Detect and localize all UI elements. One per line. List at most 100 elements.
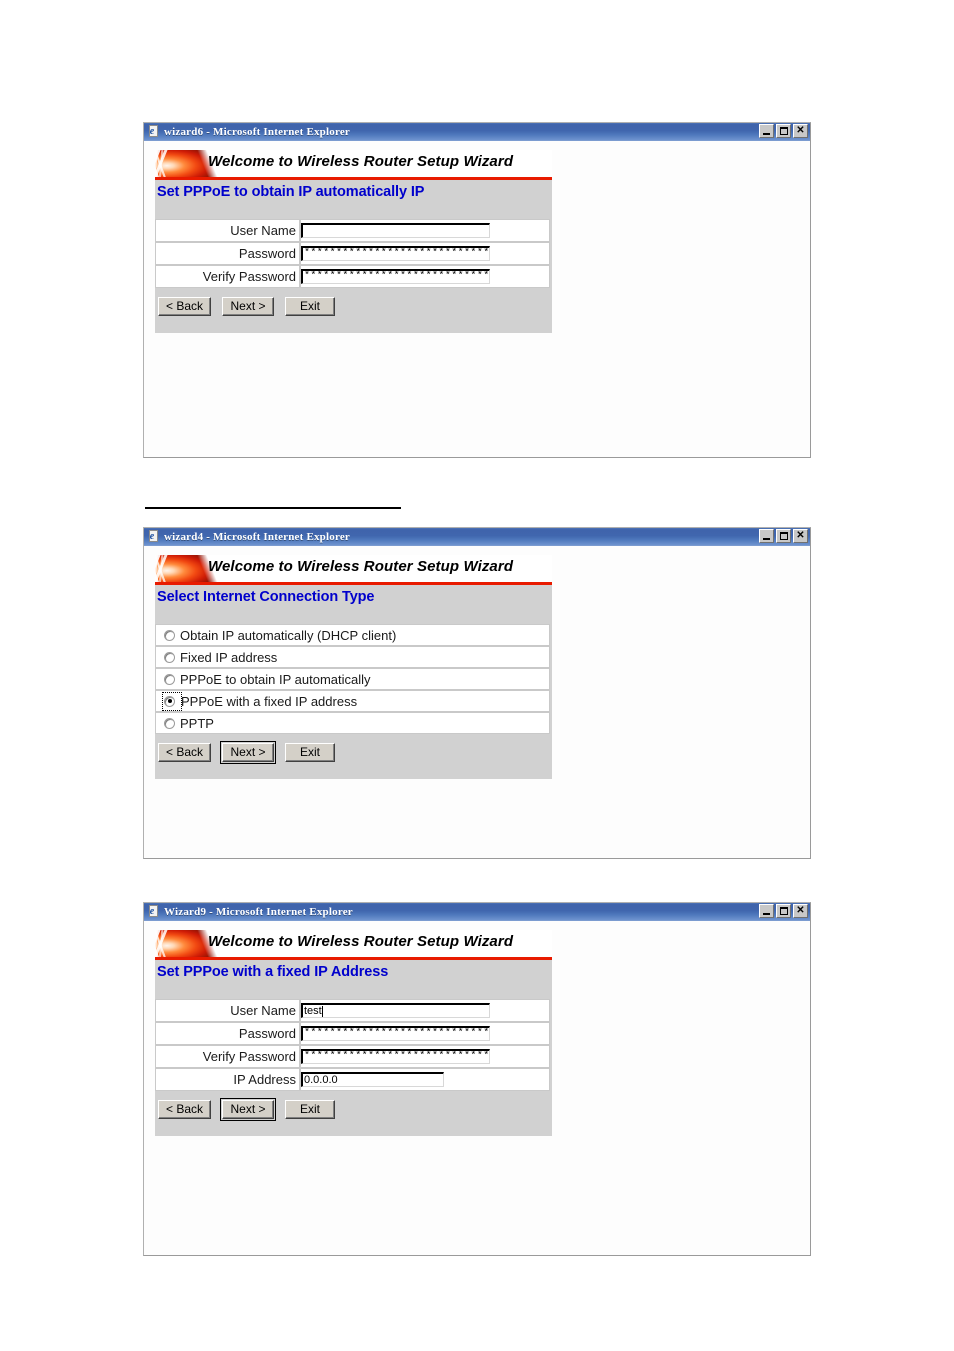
verify-password-input[interactable]: ********************************: [301, 269, 490, 284]
exit-button[interactable]: Exit: [284, 297, 335, 316]
window-controls[interactable]: ✕: [759, 529, 808, 543]
radio-button-icon[interactable]: [164, 629, 175, 641]
maximize-button[interactable]: [776, 904, 791, 918]
field-cell: [300, 219, 550, 242]
option-label: PPPoE with a fixed IP address: [181, 693, 358, 709]
browser-window-wizard9[interactable]: e Wizard9 - Microsoft Internet Explorer …: [143, 902, 811, 1256]
table-row: IP Address 0.0.0.0: [155, 1068, 550, 1091]
radio-wrap[interactable]: [164, 650, 180, 665]
field-label: Password: [155, 242, 300, 265]
close-button[interactable]: ✕: [793, 529, 808, 543]
radio-wrap[interactable]: [162, 691, 182, 711]
wizard-banner: Welcome to Wireless Router Setup Wizard: [155, 555, 552, 585]
option-cell[interactable]: PPPoE to obtain IP automatically: [155, 668, 550, 690]
spacer: [155, 611, 552, 624]
password-input[interactable]: *****************************: [301, 1026, 490, 1041]
radio-wrap[interactable]: [164, 716, 180, 731]
title-bar[interactable]: e wizard4 - Microsoft Internet Explorer …: [144, 528, 810, 545]
wizard-page: Welcome to Wireless Router Setup Wizard …: [155, 555, 552, 779]
option-cell[interactable]: PPTP: [155, 712, 550, 734]
banner-title: Welcome to Wireless Router Setup Wizard: [208, 558, 514, 575]
minimize-button[interactable]: [759, 124, 774, 138]
field-label: User Name: [155, 219, 300, 242]
next-button[interactable]: Next >: [222, 297, 274, 316]
field-cell: 0.0.0.0: [300, 1068, 550, 1091]
minimize-button[interactable]: [759, 529, 774, 543]
banner-title: Welcome to Wireless Router Setup Wizard: [208, 933, 514, 950]
back-button[interactable]: < Back: [158, 1100, 212, 1119]
window-title: wizard4 - Microsoft Internet Explorer: [164, 530, 351, 543]
wizard-page: Welcome to Wireless Router Setup Wizard …: [155, 930, 552, 1136]
table-row: Verify Password ************************…: [155, 265, 550, 288]
radio-button-icon[interactable]: [164, 673, 175, 685]
table-row: User Name: [155, 219, 550, 242]
field-label: Password: [155, 1022, 300, 1045]
back-button[interactable]: < Back: [158, 743, 212, 762]
page-title: Set PPPoE to obtain IP automatically IP: [155, 180, 552, 206]
credentials-form: User Name test Password ****************…: [155, 999, 550, 1091]
browser-content: Welcome to Wireless Router Setup Wizard …: [144, 545, 810, 858]
table-row: Password *******************************…: [155, 242, 550, 265]
list-item[interactable]: PPTP: [155, 712, 550, 734]
table-row: Password *****************************: [155, 1022, 550, 1045]
wizard-banner: Welcome to Wireless Router Setup Wizard: [155, 150, 552, 180]
close-button[interactable]: ✕: [793, 124, 808, 138]
field-cell: test: [300, 999, 550, 1022]
window-controls[interactable]: ✕: [759, 904, 808, 918]
next-button[interactable]: Next >: [220, 741, 276, 764]
radio-button-icon[interactable]: [164, 717, 175, 729]
close-button[interactable]: ✕: [793, 904, 808, 918]
browser-window-wizard6[interactable]: e wizard6 - Microsoft Internet Explorer …: [143, 122, 811, 458]
title-bar[interactable]: e wizard6 - Microsoft Internet Explorer …: [144, 123, 810, 140]
title-bar[interactable]: e Wizard9 - Microsoft Internet Explorer …: [144, 903, 810, 920]
internet-explorer-icon: e: [147, 905, 160, 918]
list-item[interactable]: Obtain IP automatically (DHCP client): [155, 624, 550, 646]
exit-button[interactable]: Exit: [284, 1100, 335, 1119]
connection-type-options: Obtain IP automatically (DHCP client) Fi…: [155, 624, 550, 734]
list-item[interactable]: PPPoE with a fixed IP address: [155, 690, 550, 712]
list-item[interactable]: Fixed IP address: [155, 646, 550, 668]
exit-button[interactable]: Exit: [284, 743, 335, 762]
field-label: IP Address: [155, 1068, 300, 1091]
ip-address-input[interactable]: 0.0.0.0: [301, 1072, 444, 1087]
radio-wrap[interactable]: [164, 672, 180, 687]
user-name-input[interactable]: test: [301, 1003, 490, 1018]
list-item[interactable]: PPPoE to obtain IP automatically: [155, 668, 550, 690]
option-label: PPPoE to obtain IP automatically: [180, 671, 371, 687]
page-title: Set PPPoe with a fixed IP Address: [155, 960, 552, 986]
field-cell: ********************************: [300, 242, 550, 265]
next-button[interactable]: Next >: [220, 1098, 276, 1121]
browser-content: Welcome to Wireless Router Setup Wizard …: [144, 920, 810, 1255]
option-label: PPTP: [180, 715, 214, 731]
field-label: Verify Password: [155, 1045, 300, 1068]
back-button[interactable]: < Back: [158, 297, 212, 316]
internet-explorer-icon: e: [147, 530, 160, 543]
wizard-button-bar: < Back Next > Exit: [155, 1091, 552, 1136]
credentials-form: User Name Password *********************…: [155, 219, 550, 288]
window-controls[interactable]: ✕: [759, 124, 808, 138]
section-separator-rule: [145, 507, 401, 509]
password-input[interactable]: ********************************: [301, 246, 490, 261]
option-label: Obtain IP automatically (DHCP client): [180, 627, 397, 643]
wizard-button-bar: < Back Next > Exit: [155, 288, 552, 333]
maximize-button[interactable]: [776, 124, 791, 138]
option-cell[interactable]: Fixed IP address: [155, 646, 550, 668]
option-label: Fixed IP address: [180, 649, 278, 665]
radio-button-icon[interactable]: [164, 695, 175, 707]
verify-password-input[interactable]: *******************************: [301, 1049, 490, 1064]
window-title: Wizard9 - Microsoft Internet Explorer: [164, 905, 353, 918]
option-cell[interactable]: PPPoE with a fixed IP address: [155, 690, 550, 712]
radio-button-icon[interactable]: [164, 651, 175, 663]
spacer: [155, 986, 552, 999]
maximize-button[interactable]: [776, 529, 791, 543]
wizard-page: Welcome to Wireless Router Setup Wizard …: [155, 150, 552, 333]
spacer: [155, 206, 552, 219]
wizard-button-bar: < Back Next > Exit: [155, 734, 552, 779]
minimize-button[interactable]: [759, 904, 774, 918]
user-name-input[interactable]: [301, 223, 490, 238]
option-cell[interactable]: Obtain IP automatically (DHCP client): [155, 624, 550, 646]
browser-window-wizard4[interactable]: e wizard4 - Microsoft Internet Explorer …: [143, 527, 811, 859]
radio-wrap[interactable]: [164, 628, 180, 643]
window-title: wizard6 - Microsoft Internet Explorer: [164, 125, 351, 138]
page-title: Select Internet Connection Type: [155, 585, 552, 611]
